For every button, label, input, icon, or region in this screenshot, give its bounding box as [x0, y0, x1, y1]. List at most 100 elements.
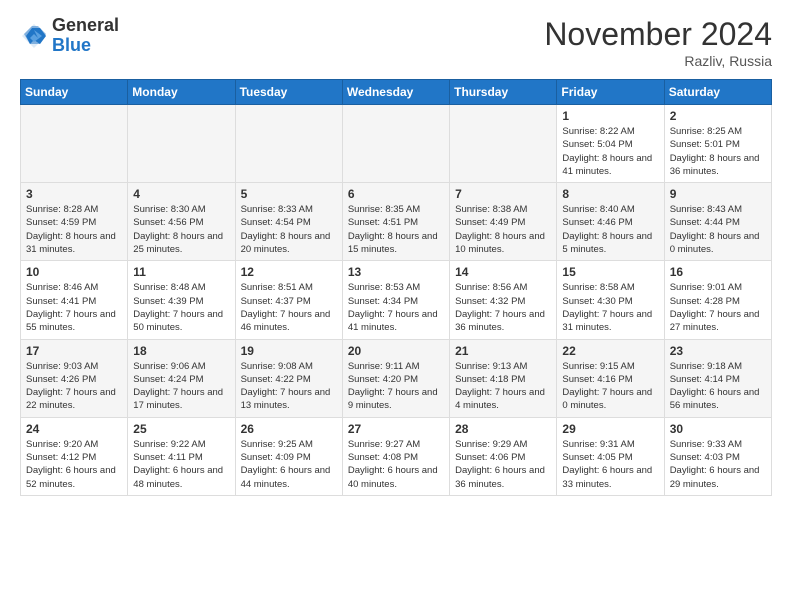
- calendar-day-cell: 18 Sunrise: 9:06 AM Sunset: 4:24 PM Dayli…: [128, 339, 235, 417]
- calendar-day-cell: 4 Sunrise: 8:30 AM Sunset: 4:56 PM Daylig…: [128, 183, 235, 261]
- day-number: 2: [670, 109, 766, 123]
- calendar-day-cell: 30 Sunrise: 9:33 AM Sunset: 4:03 PM Dayli…: [664, 417, 771, 495]
- header: General Blue November 2024 Razliv, Russi…: [20, 16, 772, 69]
- calendar-day-cell: 25 Sunrise: 9:22 AM Sunset: 4:11 PM Dayli…: [128, 417, 235, 495]
- calendar-day-header: Sunday: [21, 80, 128, 105]
- calendar-day-header: Saturday: [664, 80, 771, 105]
- day-info: Sunrise: 8:38 AM Sunset: 4:49 PM Dayligh…: [455, 203, 551, 256]
- day-number: 17: [26, 344, 122, 358]
- day-number: 9: [670, 187, 766, 201]
- day-info: Sunrise: 8:46 AM Sunset: 4:41 PM Dayligh…: [26, 281, 122, 334]
- day-number: 1: [562, 109, 658, 123]
- calendar-day-cell: 27 Sunrise: 9:27 AM Sunset: 4:08 PM Dayli…: [342, 417, 449, 495]
- day-number: 8: [562, 187, 658, 201]
- day-number: 25: [133, 422, 229, 436]
- day-info: Sunrise: 9:03 AM Sunset: 4:26 PM Dayligh…: [26, 360, 122, 413]
- day-info: Sunrise: 8:53 AM Sunset: 4:34 PM Dayligh…: [348, 281, 444, 334]
- calendar-day-cell: 19Sunrise: 9:08 AM Sunset: 4:22 PM Dayli…: [235, 339, 342, 417]
- day-info: Sunrise: 9:11 AM Sunset: 4:20 PM Dayligh…: [348, 360, 444, 413]
- day-info: Sunrise: 8:48 AM Sunset: 4:39 PM Dayligh…: [133, 281, 229, 334]
- day-info: Sunrise: 9:08 AM Sunset: 4:22 PM Dayligh…: [241, 360, 337, 413]
- calendar-day-cell: 5 Sunrise: 8:33 AM Sunset: 4:54 PM Daylig…: [235, 183, 342, 261]
- calendar-day-cell: 24 Sunrise: 9:20 AM Sunset: 4:12 PM Dayli…: [21, 417, 128, 495]
- day-info: Sunrise: 8:51 AM Sunset: 4:37 PM Dayligh…: [241, 281, 337, 334]
- day-info: Sunrise: 9:27 AM Sunset: 4:08 PM Dayligh…: [348, 438, 444, 491]
- day-info: Sunrise: 9:22 AM Sunset: 4:11 PM Dayligh…: [133, 438, 229, 491]
- day-info: Sunrise: 8:33 AM Sunset: 4:54 PM Dayligh…: [241, 203, 337, 256]
- logo-blue: Blue: [52, 36, 119, 56]
- day-info: Sunrise: 8:58 AM Sunset: 4:30 PM Dayligh…: [562, 281, 658, 334]
- calendar-day-header: Friday: [557, 80, 664, 105]
- page: General Blue November 2024 Razliv, Russi…: [0, 0, 792, 612]
- day-info: Sunrise: 8:22 AM Sunset: 5:04 PM Dayligh…: [562, 125, 658, 178]
- calendar-day-cell: 26Sunrise: 9:25 AM Sunset: 4:09 PM Dayli…: [235, 417, 342, 495]
- day-info: Sunrise: 8:30 AM Sunset: 4:56 PM Dayligh…: [133, 203, 229, 256]
- day-number: 16: [670, 265, 766, 279]
- logo: General Blue: [20, 16, 119, 56]
- calendar-day-cell: 23 Sunrise: 9:18 AM Sunset: 4:14 PM Dayli…: [664, 339, 771, 417]
- location: Razliv, Russia: [544, 53, 772, 69]
- day-number: 27: [348, 422, 444, 436]
- day-number: 22: [562, 344, 658, 358]
- calendar-day-header: Thursday: [450, 80, 557, 105]
- calendar-day-cell: 28 Sunrise: 9:29 AM Sunset: 4:06 PM Dayli…: [450, 417, 557, 495]
- calendar-day-cell: 6 Sunrise: 8:35 AM Sunset: 4:51 PM Daylig…: [342, 183, 449, 261]
- day-number: 12: [241, 265, 337, 279]
- day-info: Sunrise: 8:43 AM Sunset: 4:44 PM Dayligh…: [670, 203, 766, 256]
- calendar-week-row: 17 Sunrise: 9:03 AM Sunset: 4:26 PM Dayli…: [21, 339, 772, 417]
- calendar-day-cell: [235, 105, 342, 183]
- day-info: Sunrise: 9:33 AM Sunset: 4:03 PM Dayligh…: [670, 438, 766, 491]
- calendar-day-cell: 13 Sunrise: 8:53 AM Sunset: 4:34 PM Dayli…: [342, 261, 449, 339]
- calendar-day-cell: 16 Sunrise: 9:01 AM Sunset: 4:28 PM Dayli…: [664, 261, 771, 339]
- calendar-day-cell: 12 Sunrise: 8:51 AM Sunset: 4:37 PM Dayli…: [235, 261, 342, 339]
- day-number: 23: [670, 344, 766, 358]
- calendar-day-cell: 7Sunrise: 8:38 AM Sunset: 4:49 PM Daylig…: [450, 183, 557, 261]
- calendar-day-header: Monday: [128, 80, 235, 105]
- calendar-day-cell: 1 Sunrise: 8:22 AM Sunset: 5:04 PM Daylig…: [557, 105, 664, 183]
- calendar-day-cell: 17 Sunrise: 9:03 AM Sunset: 4:26 PM Dayli…: [21, 339, 128, 417]
- calendar-day-cell: 29 Sunrise: 9:31 AM Sunset: 4:05 PM Dayli…: [557, 417, 664, 495]
- calendar-day-cell: 15Sunrise: 8:58 AM Sunset: 4:30 PM Dayli…: [557, 261, 664, 339]
- calendar-header-row: SundayMondayTuesdayWednesdayThursdayFrid…: [21, 80, 772, 105]
- day-number: 10: [26, 265, 122, 279]
- day-number: 18: [133, 344, 229, 358]
- day-number: 24: [26, 422, 122, 436]
- day-number: 21: [455, 344, 551, 358]
- calendar-day-cell: 11Sunrise: 8:48 AM Sunset: 4:39 PM Dayli…: [128, 261, 235, 339]
- calendar-day-cell: 9 Sunrise: 8:43 AM Sunset: 4:44 PM Daylig…: [664, 183, 771, 261]
- day-info: Sunrise: 9:25 AM Sunset: 4:09 PM Dayligh…: [241, 438, 337, 491]
- calendar-day-cell: 20Sunrise: 9:11 AM Sunset: 4:20 PM Dayli…: [342, 339, 449, 417]
- day-number: 30: [670, 422, 766, 436]
- day-number: 5: [241, 187, 337, 201]
- day-number: 3: [26, 187, 122, 201]
- day-info: Sunrise: 9:29 AM Sunset: 4:06 PM Dayligh…: [455, 438, 551, 491]
- day-number: 29: [562, 422, 658, 436]
- day-number: 14: [455, 265, 551, 279]
- calendar-week-row: 1 Sunrise: 8:22 AM Sunset: 5:04 PM Daylig…: [21, 105, 772, 183]
- logo-icon: [20, 22, 48, 50]
- day-info: Sunrise: 9:06 AM Sunset: 4:24 PM Dayligh…: [133, 360, 229, 413]
- calendar-day-cell: 2 Sunrise: 8:25 AM Sunset: 5:01 PM Daylig…: [664, 105, 771, 183]
- day-number: 28: [455, 422, 551, 436]
- calendar-day-cell: [342, 105, 449, 183]
- day-number: 6: [348, 187, 444, 201]
- calendar-day-cell: [21, 105, 128, 183]
- calendar-week-row: 10 Sunrise: 8:46 AM Sunset: 4:41 PM Dayli…: [21, 261, 772, 339]
- calendar-week-row: 3 Sunrise: 8:28 AM Sunset: 4:59 PM Daylig…: [21, 183, 772, 261]
- calendar-table: SundayMondayTuesdayWednesdayThursdayFrid…: [20, 79, 772, 496]
- day-info: Sunrise: 9:15 AM Sunset: 4:16 PM Dayligh…: [562, 360, 658, 413]
- day-info: Sunrise: 8:25 AM Sunset: 5:01 PM Dayligh…: [670, 125, 766, 178]
- calendar-day-cell: [450, 105, 557, 183]
- day-info: Sunrise: 8:40 AM Sunset: 4:46 PM Dayligh…: [562, 203, 658, 256]
- day-info: Sunrise: 8:35 AM Sunset: 4:51 PM Dayligh…: [348, 203, 444, 256]
- day-info: Sunrise: 9:31 AM Sunset: 4:05 PM Dayligh…: [562, 438, 658, 491]
- logo-general: General: [52, 16, 119, 36]
- day-info: Sunrise: 9:18 AM Sunset: 4:14 PM Dayligh…: [670, 360, 766, 413]
- day-number: 13: [348, 265, 444, 279]
- day-number: 4: [133, 187, 229, 201]
- calendar-day-cell: 10 Sunrise: 8:46 AM Sunset: 4:41 PM Dayli…: [21, 261, 128, 339]
- day-info: Sunrise: 9:01 AM Sunset: 4:28 PM Dayligh…: [670, 281, 766, 334]
- day-info: Sunrise: 9:20 AM Sunset: 4:12 PM Dayligh…: [26, 438, 122, 491]
- day-info: Sunrise: 8:28 AM Sunset: 4:59 PM Dayligh…: [26, 203, 122, 256]
- calendar-day-cell: [128, 105, 235, 183]
